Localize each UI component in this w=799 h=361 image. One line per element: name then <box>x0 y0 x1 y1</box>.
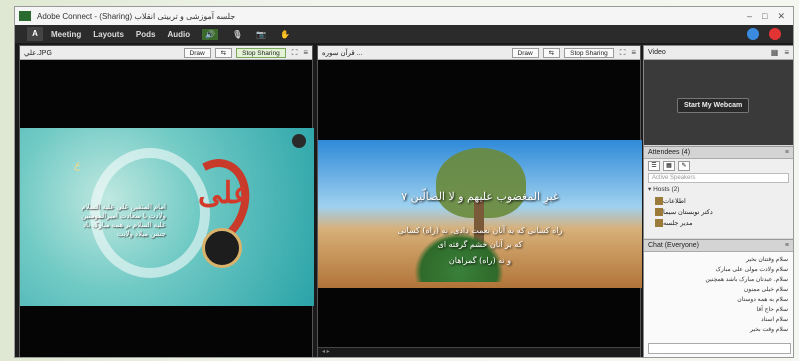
pod-menu-icon[interactable]: ≡ <box>785 240 793 251</box>
attendee-search-input[interactable]: Active Speakers <box>648 173 789 183</box>
start-webcam-button[interactable]: Start My Webcam <box>677 98 750 113</box>
draw-button[interactable]: Draw <box>511 47 539 58</box>
video-pod-title: Video <box>648 49 666 56</box>
video-pod: Start My Webcam <box>644 60 793 145</box>
slide-caption: امام المتقين علي عليه السلام ولادت با سع… <box>26 203 166 239</box>
chat-message: سلام به همه دوستان <box>737 297 788 303</box>
menu-layouts[interactable]: Layouts <box>93 30 124 39</box>
menubar-right <box>747 28 793 40</box>
grid-icon[interactable]: ▦ <box>771 48 779 57</box>
chat-message: سلام وقتتان بخیر <box>746 257 788 263</box>
attendee-row[interactable]: دکتر نوبستان سیما <box>644 206 793 217</box>
attendee-row[interactable]: مدیر جلسه <box>644 217 793 228</box>
slide-portrait <box>202 228 242 268</box>
microphone-icon[interactable]: 🎙 <box>232 30 242 39</box>
hosts-group[interactable]: ▾ Hosts (2) <box>644 183 793 195</box>
pod-title: قرآن سوره ... <box>322 49 363 57</box>
attendee-name: اطلاعات <box>663 197 686 205</box>
stop-sharing-button[interactable]: Stop Sharing <box>564 47 614 58</box>
fullscreen-icon[interactable]: ⛶ <box>292 48 298 58</box>
attendee-name: مدیر جلسه <box>663 219 693 227</box>
slide-logo-icon <box>292 134 306 148</box>
chat-pod: Chat (Everyone) ≡ سلام وقتتان بخیر سلام … <box>644 239 793 357</box>
screen-background: جلسه آموزشی و تربیتی انقلاب (Sharing) - … <box>0 0 799 361</box>
share-pod-middle: قرآن سوره ... Draw ⇆ Stop Sharing ⛶ ≡ غی… <box>317 45 642 357</box>
avatar-icon <box>655 196 663 205</box>
sync-button[interactable]: ⇆ <box>542 47 561 58</box>
slide-title-text: علی <box>198 176 251 211</box>
chat-message: سلام وقت بخیر <box>750 327 788 333</box>
menu-pods[interactable]: Pods <box>136 30 156 39</box>
chat-messages: سلام وقتتان بخیر سلام ولادت مولی علی مبا… <box>644 252 793 338</box>
chat-header: Chat (Everyone) ≡ <box>644 240 793 252</box>
stop-sharing-button[interactable]: Stop Sharing <box>236 47 286 58</box>
pod-menu-icon[interactable]: ≡ <box>784 48 793 57</box>
shared-image-slide: ع علی امام المتقين علي عليه السلام ولادت… <box>20 128 314 306</box>
translation-line: و نه (راه) گمراهان <box>448 256 512 265</box>
list-view-icon[interactable]: ☰ <box>648 161 660 171</box>
caption-line: علیه السلام بر همه مبارک باد <box>82 222 166 229</box>
caption-line: ولادت با سعادت امیرالمومنین <box>81 213 166 220</box>
menu-audio[interactable]: Audio <box>167 30 190 39</box>
chat-input[interactable] <box>648 343 791 354</box>
title-bar: جلسه آموزشی و تربیتی انقلاب (Sharing) - … <box>15 7 793 25</box>
pod-menu-icon[interactable]: ≡ <box>631 48 640 57</box>
pod-title: علي.JPG <box>24 49 52 57</box>
chat-message: سلام حاج آقا <box>756 307 788 313</box>
adobe-connect-window: جلسه آموزشی و تربیتی انقلاب (Sharing) - … <box>14 6 794 358</box>
webcam-icon[interactable]: 📷 <box>256 30 266 39</box>
speaker-icon[interactable]: 🔊 <box>202 28 219 40</box>
close-button[interactable]: ✕ <box>777 11 785 22</box>
avatar-icon <box>655 218 663 227</box>
adobe-logo-icon: A <box>27 27 43 41</box>
app-logo-icon <box>19 11 31 21</box>
raise-hand-icon[interactable]: ✋ <box>280 30 290 39</box>
shared-video-slide: غیرِ المغضوب علیهم و لا الضالّین ۷ راه ک… <box>318 140 642 288</box>
window-controls: – □ ✕ <box>747 11 793 22</box>
avatar-icon <box>655 207 663 216</box>
translation-line: که بر آنان خشم گرفته ای <box>437 240 523 249</box>
attendee-row[interactable]: اطلاعات <box>644 195 793 206</box>
menu-meeting[interactable]: Meeting <box>51 30 81 39</box>
caption-line: جشن میلاد ولایت <box>116 231 166 238</box>
window-title: جلسه آموزشی و تربیتی انقلاب (Sharing) - … <box>37 11 236 21</box>
pod-footer: ◂ ▸ <box>318 347 640 357</box>
chat-message: سلام خیلی ممنون <box>743 287 788 293</box>
pod-menu-icon[interactable]: ≡ <box>785 147 793 158</box>
menu-bar: A Meeting Layouts Pods Audio 🔊 🎙 📷 ✋ <box>15 25 793 43</box>
attendees-title: Attendees (4) <box>648 149 691 156</box>
caption-line: امام المتقين علي عليه السلام <box>81 204 166 211</box>
fullscreen-icon[interactable]: ⛶ <box>620 48 626 58</box>
video-pod-header: Video ▦ ≡ <box>644 46 793 60</box>
attendees-pod: Attendees (4) ≡ ☰ ▦ ✎ Active Speakers ▾ … <box>644 146 793 238</box>
attendee-name: دکتر نوبستان سیما <box>663 208 713 216</box>
end-meeting-icon[interactable] <box>769 28 781 40</box>
draw-button[interactable]: Draw <box>183 47 211 58</box>
maximize-button[interactable]: □ <box>762 11 767 22</box>
translation-line: راه کسانی که به آنان نعمت دادی، نه (راه)… <box>397 226 563 235</box>
attendees-header: Attendees (4) ≡ <box>644 147 793 159</box>
attendee-toolbar: ☰ ▦ ✎ <box>644 159 793 173</box>
status-icon[interactable] <box>747 28 759 40</box>
chat-title: Chat (Everyone) <box>648 242 699 249</box>
grid-view-icon[interactable]: ▦ <box>663 161 675 171</box>
right-column: Video ▦ ≡ Start My Webcam Attendees (4) … <box>643 45 793 357</box>
slide-gold-text: ع <box>74 158 81 171</box>
chat-message: سلام استاد <box>761 317 788 323</box>
pod-header: قرآن سوره ... Draw ⇆ Stop Sharing ⛶ ≡ <box>318 46 640 60</box>
pod-header: علي.JPG Draw ⇆ Stop Sharing ⛶ ≡ <box>20 46 312 60</box>
chat-message: سلام ولادت مولی علی مبارک <box>715 267 788 273</box>
minimize-button[interactable]: – <box>747 11 752 22</box>
chat-message: سلام. عیدتان مبارک باشد همچنین <box>705 277 788 283</box>
pod-menu-icon[interactable]: ≡ <box>303 48 312 57</box>
role-icon[interactable]: ✎ <box>678 161 690 171</box>
sync-button[interactable]: ⇆ <box>214 47 233 58</box>
share-pod-left: علي.JPG Draw ⇆ Stop Sharing ⛶ ≡ ع علی ام… <box>19 45 314 357</box>
verse-line: غیرِ المغضوب علیهم و لا الضالّین ۷ <box>401 190 559 203</box>
